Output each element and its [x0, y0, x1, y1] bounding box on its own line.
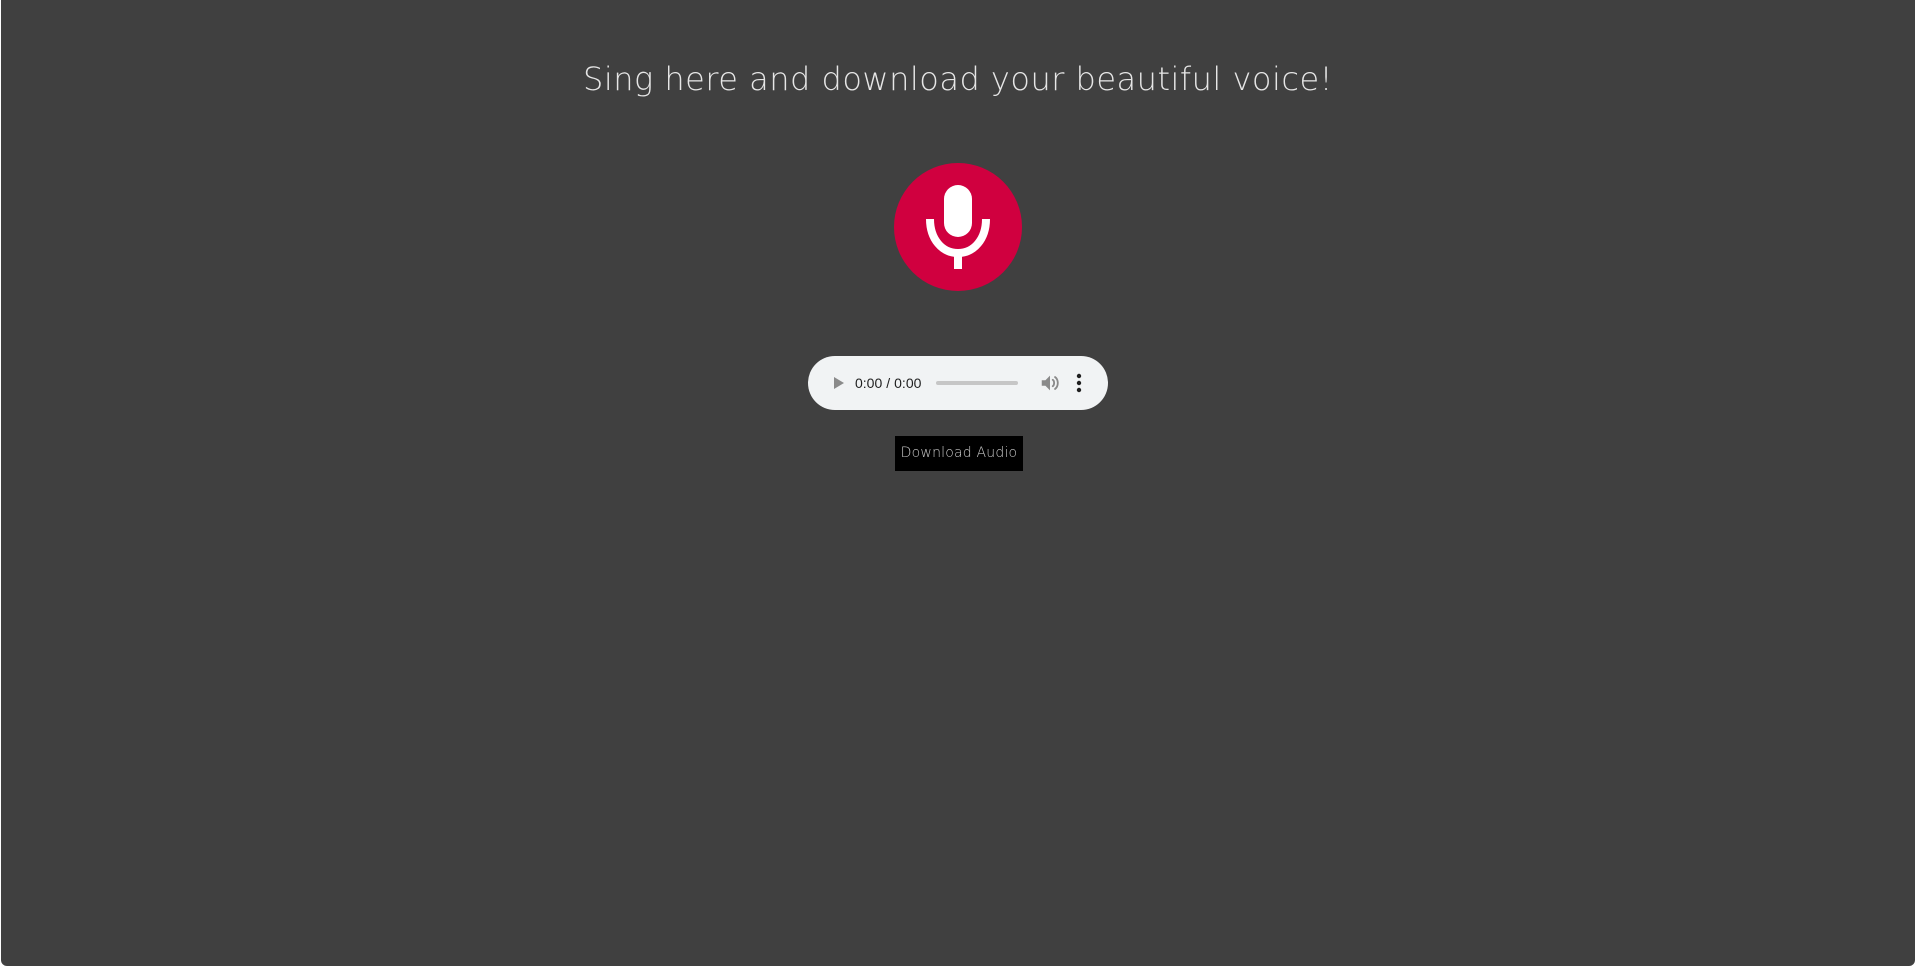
page-background: Sing here and download your beautiful vo… [1, 0, 1915, 966]
download-audio-button[interactable]: Download Audio [895, 436, 1023, 471]
volume-icon[interactable] [1039, 372, 1061, 394]
current-time: 0:00 [855, 375, 883, 391]
audio-player[interactable]: 0:00/0:00 [808, 356, 1108, 410]
time-display: 0:00/0:00 [855, 373, 921, 393]
more-vertical-icon[interactable] [1074, 372, 1084, 394]
microphone-icon [926, 185, 990, 269]
play-icon[interactable] [828, 373, 848, 393]
time-separator: / [886, 375, 891, 391]
duration: 0:00 [894, 375, 922, 391]
progress-slider[interactable] [936, 381, 1018, 385]
page-title: Sing here and download your beautiful vo… [583, 60, 1333, 98]
record-button[interactable] [894, 163, 1022, 291]
